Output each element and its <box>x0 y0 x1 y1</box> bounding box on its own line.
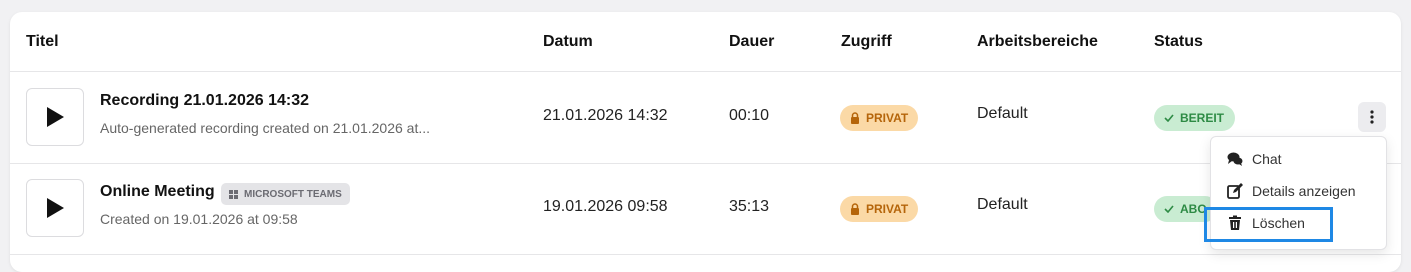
chat-icon <box>1227 152 1243 166</box>
recording-date: 21.01.2026 14:32 <box>543 107 668 124</box>
table-header: Titel Datum Dauer Zugriff Arbeitsbereich… <box>10 12 1401 72</box>
recording-title[interactable]: Online Meeting <box>100 183 215 201</box>
status-badge-label: BEREIT <box>1180 111 1225 125</box>
access-badge: PRIVAT <box>840 196 919 222</box>
recording-description: Created on 19.01.2026 at 09:58 <box>100 211 298 227</box>
column-header-date[interactable]: Datum <box>543 33 593 51</box>
lock-icon <box>851 203 859 215</box>
recording-date: 19.01.2026 09:58 <box>543 198 668 215</box>
edit-icon <box>1227 183 1243 199</box>
access-badge: PRIVAT <box>840 105 919 131</box>
play-button[interactable] <box>26 179 84 237</box>
recording-duration: 00:10 <box>729 107 770 124</box>
row-actions-button[interactable] <box>1358 102 1386 132</box>
status-badge: BEREIT <box>1154 105 1236 131</box>
lock-icon <box>851 112 859 124</box>
table-row[interactable]: Recording 21.01.2026 14:32 Auto-generate… <box>10 72 1401 164</box>
play-button[interactable] <box>26 88 84 146</box>
focus-highlight <box>1204 207 1333 242</box>
menu-item-details[interactable]: Details anzeigen <box>1211 175 1386 207</box>
recording-title[interactable]: Recording 21.01.2026 14:32 <box>100 92 309 110</box>
column-header-status[interactable]: Status <box>1154 33 1203 51</box>
source-badge: MICROSOFT TEAMS <box>221 183 350 205</box>
menu-item-label: Chat <box>1252 151 1282 167</box>
kebab-icon <box>1370 110 1374 124</box>
workspace-name: Default <box>977 196 1028 213</box>
status-badge-label: ABO <box>1180 202 1207 216</box>
column-header-title[interactable]: Titel <box>26 33 59 51</box>
play-icon <box>47 107 64 127</box>
check-icon <box>1164 114 1174 122</box>
play-icon <box>47 198 64 218</box>
workspace-name: Default <box>977 105 1028 122</box>
source-badge-label: MICROSOFT TEAMS <box>244 188 342 200</box>
recording-duration: 35:13 <box>729 198 770 215</box>
table-row[interactable]: Online Meeting MICROSOFT TEAMS Created o… <box>10 163 1401 255</box>
column-header-workspaces[interactable]: Arbeitsbereiche <box>977 33 1098 51</box>
check-icon <box>1164 205 1174 213</box>
access-badge-label: PRIVAT <box>866 111 909 125</box>
recording-description: Auto-generated recording created on 21.0… <box>100 120 431 136</box>
menu-item-chat[interactable]: Chat <box>1211 143 1386 175</box>
access-badge-label: PRIVAT <box>866 202 909 216</box>
column-header-access[interactable]: Zugriff <box>841 33 892 51</box>
windows-icon <box>229 189 238 199</box>
menu-item-label: Details anzeigen <box>1252 183 1356 199</box>
column-header-duration[interactable]: Dauer <box>729 33 774 51</box>
recordings-table: Titel Datum Dauer Zugriff Arbeitsbereich… <box>10 12 1401 272</box>
